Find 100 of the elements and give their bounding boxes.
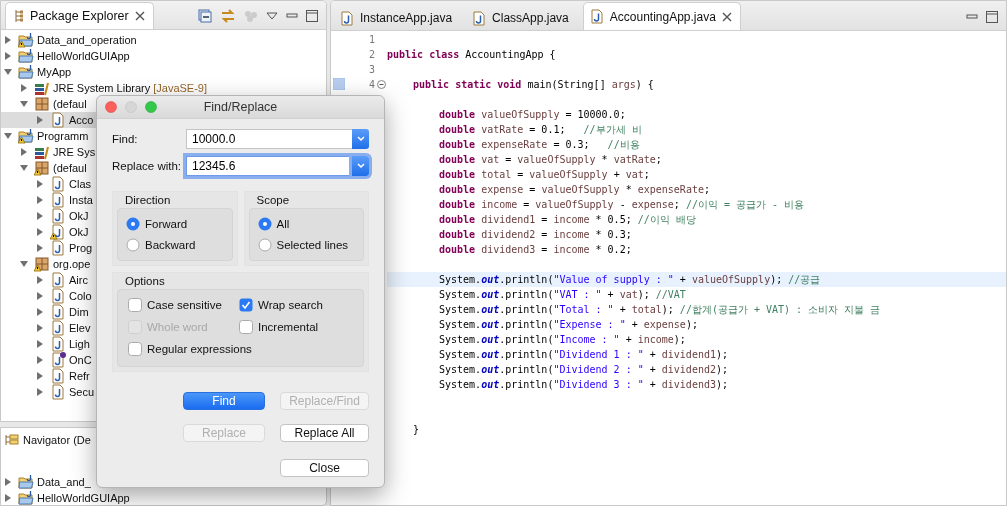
code-text: .println( (499, 334, 554, 345)
code-text: * 0.2; (594, 244, 632, 255)
code-text: = (540, 229, 549, 240)
code-text: "VAT : " (553, 289, 602, 300)
code-text: + (648, 364, 657, 375)
view-title: Navigator (De (23, 434, 91, 446)
tree-label: OkJ (69, 210, 89, 222)
code-text: expense (643, 319, 686, 330)
code-text: //비용 (607, 137, 640, 152)
code-text: + (618, 304, 627, 315)
code-text: dividend2 (481, 229, 536, 240)
tree-label: OkJ (69, 226, 89, 238)
line-number: 2 (368, 49, 375, 60)
code-text: out (481, 274, 500, 285)
code-text: System. (439, 364, 482, 375)
code-text: + (678, 274, 687, 285)
tree-label: Clas (69, 178, 91, 190)
tree-label: Programm (37, 130, 89, 142)
code-text: = 0.3; (552, 139, 591, 150)
tree-label: JRE System Library (53, 82, 151, 94)
tree-label: Secu (69, 386, 95, 398)
code-text: out (481, 289, 500, 300)
code-text: valueOfSupply (481, 109, 560, 120)
code-text: out (481, 334, 500, 345)
line-number: 3 (368, 64, 375, 75)
code-text: AccountingApp { (464, 49, 556, 60)
tree-label: Elev (69, 322, 91, 334)
code-text: = (540, 244, 549, 255)
code-text: valueOfSupply (541, 184, 620, 195)
code-text: ; (655, 154, 662, 165)
code-text: + (648, 379, 657, 390)
code-text: ); (715, 364, 728, 375)
tree-label: Acco (69, 114, 94, 126)
tab-label: InstanceApp.java (360, 11, 453, 25)
code-text: out (481, 304, 500, 315)
code-text: + (630, 319, 639, 330)
code-text: System. (439, 289, 482, 300)
code-text: - (618, 199, 627, 210)
code-text: ); (661, 304, 675, 315)
code-text: * 0.5; (594, 214, 633, 225)
field-label: Replace with: (112, 160, 183, 172)
code-text: double (439, 214, 477, 225)
code-text: ; (703, 184, 710, 195)
code-text: .println( (499, 289, 554, 300)
code-text: * 0.3; (594, 229, 632, 240)
code-text: "Dividend 2 : " (553, 364, 644, 375)
tree-label: HelloWorldGUIApp (37, 492, 130, 504)
code-text: = (504, 154, 513, 165)
code-text: vat (625, 169, 644, 180)
code-text: out (481, 319, 500, 330)
code-text: vatRate (481, 124, 524, 135)
code-text: args (611, 79, 636, 90)
code-text: * (600, 154, 609, 165)
group-title: Scope (255, 194, 291, 208)
code-text: ; (673, 199, 681, 210)
code-text: = 0.1; (528, 124, 567, 135)
code-text: public class (387, 49, 460, 60)
tree-label: Insta (69, 194, 93, 206)
code-text: total (481, 169, 512, 180)
code-text: + (606, 289, 615, 300)
code-text: income (481, 199, 518, 210)
group-title: Options (124, 275, 166, 289)
code-text: out (481, 349, 500, 360)
window-title: Find/Replace (203, 100, 278, 114)
code-text: } (413, 424, 420, 435)
code-text: System. (439, 334, 482, 345)
code-text: dividend3 (481, 244, 536, 255)
code-text: main(String[] (526, 79, 607, 90)
code-text: double (439, 124, 477, 135)
code-text: expense (481, 184, 524, 195)
code-text: "Income : " (553, 334, 620, 345)
code-text: ); (715, 379, 728, 390)
code-text: double (439, 229, 477, 240)
code-text: = (540, 214, 549, 225)
code-text: double (439, 184, 477, 195)
code-text: * (624, 184, 633, 195)
code-text: .println( (499, 319, 554, 330)
code-text: System. (439, 379, 482, 390)
code-text: double (439, 199, 477, 210)
code-text: System. (439, 319, 482, 330)
code-text: expense (631, 199, 674, 210)
code-text: income (553, 229, 590, 240)
code-text: out (481, 364, 500, 375)
code-text: System. (439, 304, 482, 315)
code-text: //부가세 비 (583, 122, 642, 137)
tree-label: Data_and_ (37, 476, 91, 488)
code-text: dividend1 (661, 349, 716, 360)
code-text: dividend1 (481, 214, 536, 225)
code-text: total (631, 304, 662, 315)
code-text: "Total : " (553, 304, 614, 315)
code-text: ); (673, 334, 686, 345)
code-text: = 10000.0; (564, 109, 626, 120)
tree-label: MyApp (37, 66, 72, 78)
code-text: .println( (499, 274, 554, 285)
code-text: //합계(공급가 + VAT) : 소비자 지불 금 (679, 302, 881, 317)
code-text: ); (637, 289, 651, 300)
code-text: = (522, 199, 531, 210)
tree-label: org.ope (53, 258, 91, 270)
code-text: expenseRate (637, 184, 704, 195)
tab-label: ClassApp.java (492, 11, 569, 25)
